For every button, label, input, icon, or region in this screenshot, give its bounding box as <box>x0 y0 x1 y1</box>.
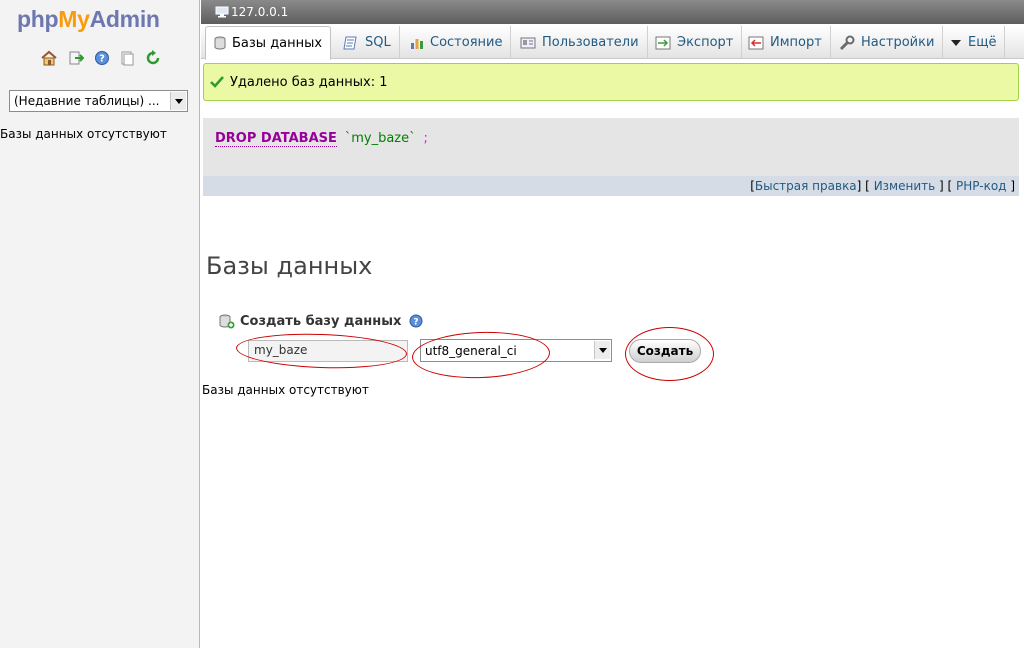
query-window-icon[interactable]: ? <box>94 50 110 66</box>
tab-settings[interactable]: Настройки <box>831 26 944 59</box>
inline-edit-link[interactable]: Быстрая правка <box>755 179 857 193</box>
sql-query-links: [Быстрая правка] [ Изменить ] [ PHP-код … <box>203 176 1019 196</box>
top-tabs: Базы данных SQL Состояние Пользователи Э… <box>201 26 1024 60</box>
chevron-down-icon[interactable] <box>170 92 186 110</box>
success-message: Удалено баз данных: 1 <box>203 63 1019 101</box>
logout-icon[interactable] <box>68 50 84 66</box>
sql-keyword[interactable]: DROP DATABASE <box>215 131 337 147</box>
sql-identifier: `my_baze` <box>344 131 416 146</box>
create-database-legend: Создать базу данных ? <box>219 313 423 329</box>
no-databases-text: Базы данных отсутствуют <box>202 383 369 397</box>
server-link[interactable]: 127.0.0.1 <box>215 5 288 19</box>
import-icon <box>748 36 764 50</box>
server-breadcrumb: 127.0.0.1 <box>201 0 1024 24</box>
phpmyadmin-window: phpMyAdmin ? (Недавние таблицы) ... Базы… <box>0 0 1024 648</box>
phpmyadmin-logo[interactable]: phpMyAdmin <box>17 6 160 33</box>
tab-status[interactable]: Состояние <box>402 26 512 59</box>
page-title: Базы данных <box>206 252 373 280</box>
svg-text:?: ? <box>99 54 105 65</box>
navigation-icons: ? <box>40 50 167 68</box>
sql-icon <box>343 36 359 50</box>
edit-link[interactable]: Изменить <box>874 179 936 193</box>
export-icon <box>655 36 671 50</box>
database-icon <box>214 36 226 50</box>
recent-tables-select[interactable]: (Недавние таблицы) ... <box>9 90 188 112</box>
tab-import[interactable]: Импорт <box>740 26 831 59</box>
chevron-down-icon[interactable] <box>594 341 610 359</box>
documentation-icon[interactable] <box>119 50 135 66</box>
collation-select[interactable]: utf8_general_ci <box>420 339 612 362</box>
tab-users[interactable]: Пользователи <box>512 26 648 59</box>
tab-databases[interactable]: Базы данных <box>205 26 332 60</box>
tab-more[interactable]: Ещё <box>942 26 1006 59</box>
create-database-button[interactable]: Создать <box>629 339 701 363</box>
server-icon <box>215 6 229 18</box>
status-icon <box>410 36 424 50</box>
check-icon <box>210 76 224 88</box>
home-icon[interactable] <box>40 50 58 66</box>
php-code-link[interactable]: PHP-код <box>956 179 1006 193</box>
reload-icon[interactable] <box>145 50 161 66</box>
sql-query-text: DROP DATABASE `my_baze` ; <box>215 131 428 147</box>
users-icon <box>520 37 536 49</box>
navigation-panel: phpMyAdmin ? (Недавние таблицы) ... Базы… <box>0 0 200 648</box>
help-icon[interactable]: ? <box>409 314 423 328</box>
main-panel: 127.0.0.1 Базы данных SQL Состояние Поль… <box>201 0 1024 648</box>
tab-sql[interactable]: SQL <box>335 26 400 59</box>
settings-icon <box>839 35 855 51</box>
nav-no-databases-text: Базы данных отсутствуют <box>0 127 167 141</box>
sql-query-box: DROP DATABASE `my_baze` ; <box>203 118 1019 176</box>
create-database-icon <box>219 313 235 329</box>
sql-terminator: ; <box>423 131 428 146</box>
database-name-input[interactable]: my_baze <box>248 340 408 362</box>
tab-export[interactable]: Экспорт <box>647 26 743 59</box>
more-icon <box>950 38 962 48</box>
svg-text:?: ? <box>414 318 419 328</box>
